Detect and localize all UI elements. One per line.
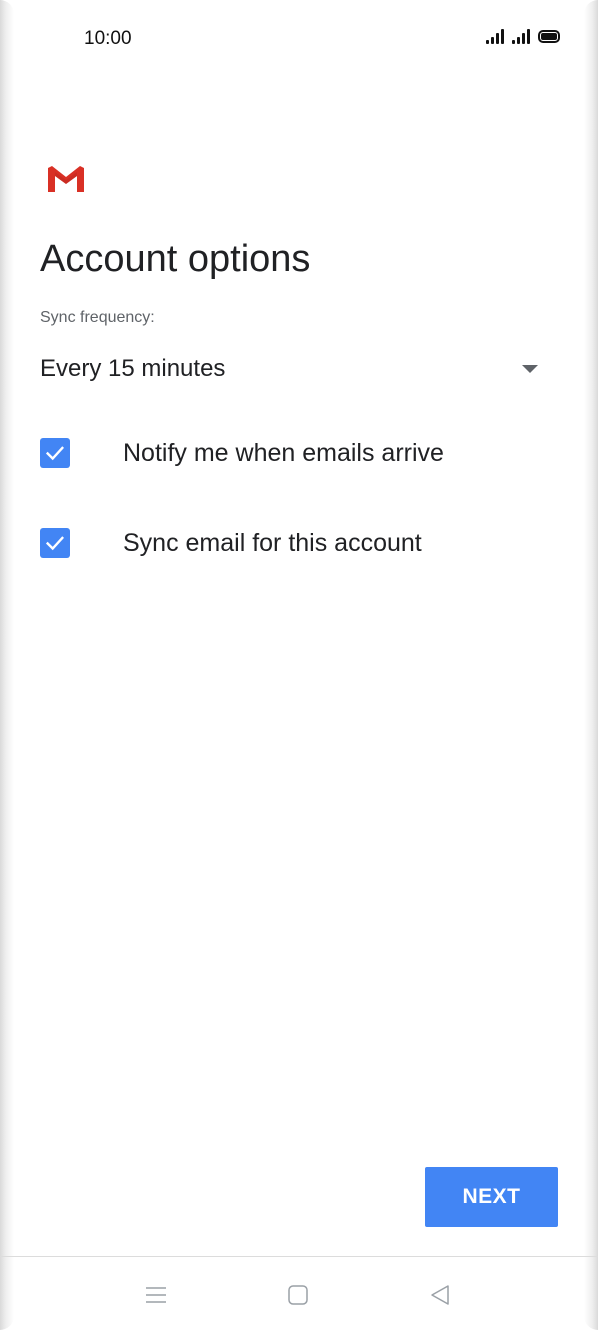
checkmark-icon	[45, 446, 65, 461]
sync-frequency-label: Sync frequency:	[40, 309, 155, 326]
next-button[interactable]: NEXT	[425, 1167, 558, 1227]
screen-edge-left	[0, 0, 14, 1330]
signal-icon	[512, 28, 530, 44]
checkmark-icon	[45, 536, 65, 551]
sync-frequency-value: Every 15 minutes	[40, 355, 226, 382]
screen-edge-right	[584, 0, 598, 1330]
screen: 10:00 Account options Sync frequency: Ev…	[0, 0, 598, 1330]
sync-email-checkbox[interactable]	[40, 528, 70, 558]
dropdown-arrow-icon	[522, 365, 538, 373]
gmail-icon	[48, 166, 84, 192]
status-time: 10:00	[84, 28, 132, 49]
navigation-bar	[0, 1257, 598, 1330]
sync-frequency-dropdown[interactable]: Every 15 minutes	[40, 345, 550, 393]
notify-emails-label: Notify me when emails arrive	[123, 438, 444, 467]
notify-emails-checkbox[interactable]	[40, 438, 70, 468]
sync-email-label: Sync email for this account	[123, 528, 422, 557]
status-icons	[486, 28, 560, 44]
page-title: Account options	[40, 238, 311, 280]
battery-icon	[538, 30, 560, 43]
notify-emails-option[interactable]: Notify me when emails arrive	[40, 429, 550, 477]
sync-email-option[interactable]: Sync email for this account	[40, 519, 550, 567]
home-icon[interactable]	[280, 1277, 316, 1313]
menu-icon[interactable]	[138, 1277, 174, 1313]
signal-icon	[486, 28, 504, 44]
back-icon[interactable]	[422, 1277, 458, 1313]
